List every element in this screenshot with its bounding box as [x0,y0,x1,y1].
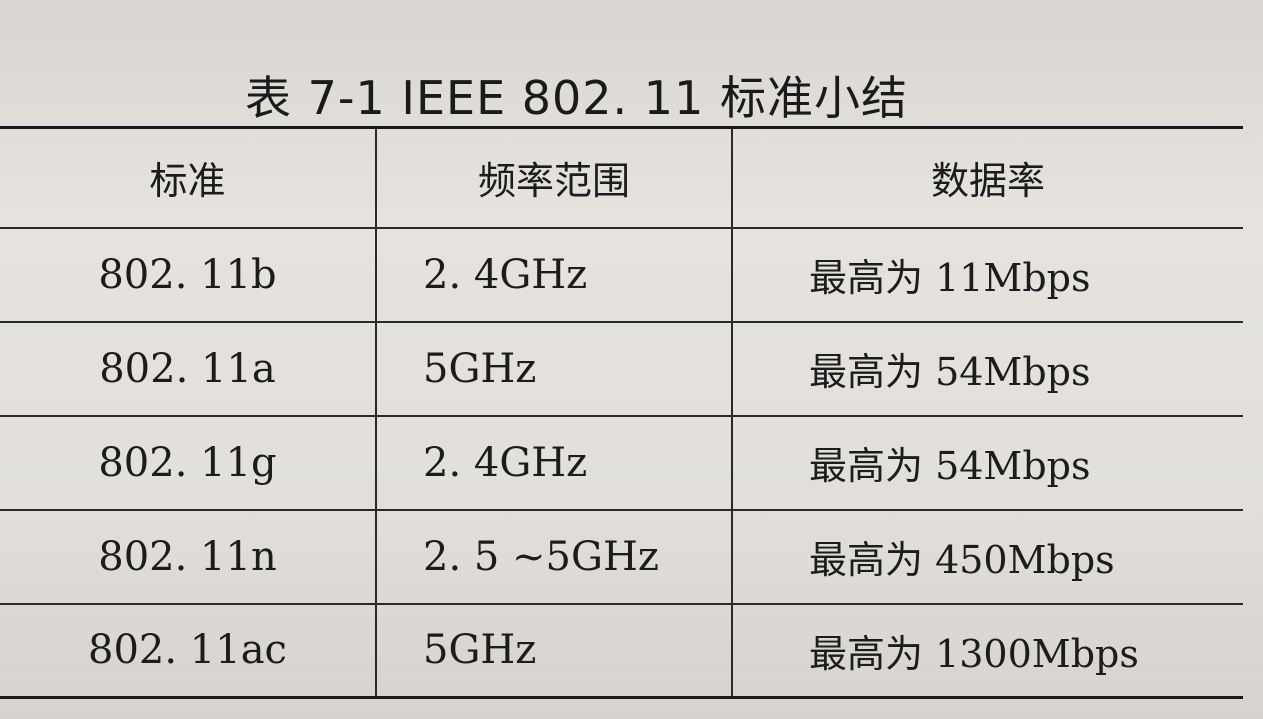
table-title: 表 7-1 IEEE 802. 11 标准小结 [245,71,908,125]
cell-frequency: 5GHz [375,603,732,699]
table-header-row: 标准 频率范围 数据率 [0,126,1243,229]
table-row: 802. 11b 2. 4GHz 最高为 11Mbps [0,227,1243,323]
cell-data-rate: 最高为 54Mbps [731,415,1243,511]
header-data-rate: 数据率 [731,126,1243,229]
cell-data-rate: 最高为 11Mbps [731,227,1243,323]
header-frequency: 频率范围 [375,126,732,229]
cell-frequency: 2. 4GHz [375,227,732,323]
cell-frequency: 5GHz [375,321,732,417]
header-standard: 标准 [0,126,376,229]
ieee-standards-table: 标准 频率范围 数据率 802. 11b 2. 4GHz 最高为 11Mbps … [0,126,1243,699]
cell-standard: 802. 11g [0,415,376,511]
table-row: 802. 11g 2. 4GHz 最高为 54Mbps [0,415,1243,511]
cell-frequency: 2. 4GHz [375,415,732,511]
cell-standard: 802. 11b [0,227,376,323]
cell-standard: 802. 11a [0,321,376,417]
cell-standard: 802. 11ac [0,603,376,699]
table-row: 802. 11n 2. 5 ~5GHz 最高为 450Mbps [0,509,1243,605]
cell-data-rate: 最高为 54Mbps [731,321,1243,417]
table-row: 802. 11ac 5GHz 最高为 1300Mbps [0,603,1243,699]
cell-standard: 802. 11n [0,509,376,605]
cell-data-rate: 最高为 450Mbps [731,509,1243,605]
table-row: 802. 11a 5GHz 最高为 54Mbps [0,321,1243,417]
cell-frequency: 2. 5 ~5GHz [375,509,732,605]
cell-data-rate: 最高为 1300Mbps [731,603,1243,699]
